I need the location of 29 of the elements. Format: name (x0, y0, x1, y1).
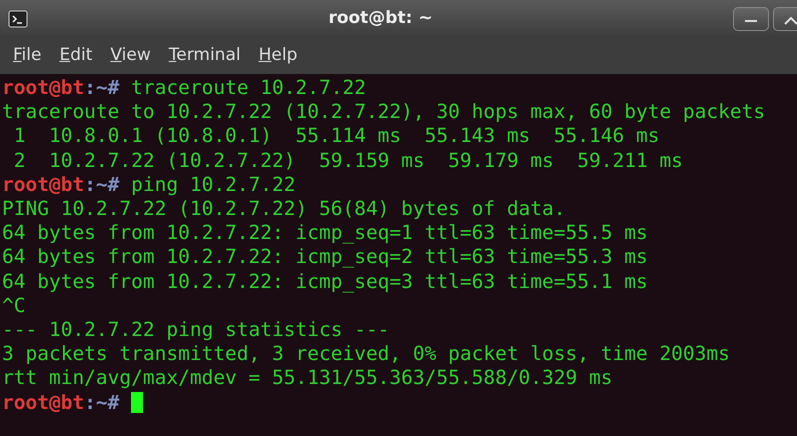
menu-item[interactable]: Help (250, 43, 306, 69)
window-title: root@bt: ~ (328, 8, 433, 28)
output-line: 64 bytes from 10.2.7.22: icmp_seq=3 ttl=63 time=55.1 ms (2, 270, 648, 293)
caret-icon (784, 16, 797, 24)
prompt-user-host: root@bt (2, 76, 84, 99)
command-text: traceroute 10.2.7.22 (131, 76, 366, 99)
output-line: rtt min/avg/max/mdev = 55.131/55.363/55.588/0.329 ms (2, 366, 612, 390)
terminal-icon (8, 10, 28, 28)
prompt-path: :~# (84, 76, 120, 99)
output-line: ^C (2, 294, 26, 317)
minimize-icon (745, 20, 757, 22)
output-line: traceroute to 10.2.7.22 (10.2.7.22), 30 hops max, 60 byte packets (2, 100, 766, 124)
output-line: 64 bytes from 10.2.7.22: icmp_seq=2 ttl=63 time=55.3 ms (2, 245, 648, 268)
command-text: ping 10.2.7.22 (131, 172, 296, 196)
prompt-path: :~# (84, 172, 120, 196)
minimize-button[interactable] (733, 7, 769, 31)
output-line: 2 10.2.7.22 (10.2.7.22) 59.159 ms 59.179 ms 59.211 ms (12, 148, 683, 172)
menu-item[interactable]: Terminal (160, 43, 250, 69)
prompt-user-host: root@bt (2, 390, 84, 414)
output-line: PING 10.2.7.22 (10.2.7.22) 56(84) bytes of data. (2, 197, 566, 220)
output-line: 3 packets transmitted, 3 received, 0% packet loss, time 2003ms (2, 342, 730, 366)
output-line: --- 10.2.7.22 ping statistics --- (2, 318, 390, 342)
output-line: 1 10.8.0.1 (10.8.0.1) 55.114 ms 55.143 ms 55.146 ms (12, 124, 660, 148)
menu-item[interactable]: File (4, 43, 50, 69)
output-line: 64 bytes from 10.2.7.22: icmp_seq=1 ttl=63 time=55.5 ms (2, 221, 648, 244)
menu-item[interactable]: View (101, 43, 160, 69)
prompt-user-host: root@bt (2, 172, 84, 196)
prompt-path: :~# (84, 390, 120, 414)
menu-item[interactable]: Edit (50, 43, 102, 69)
